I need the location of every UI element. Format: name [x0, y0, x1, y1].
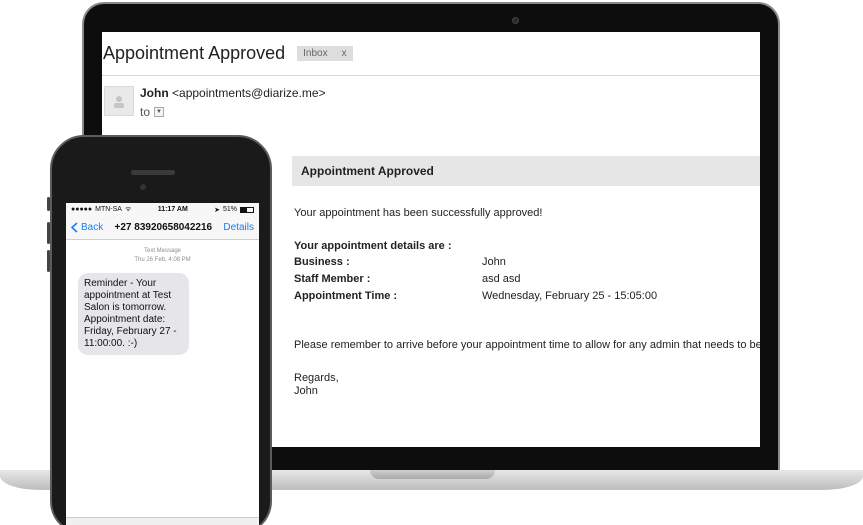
back-button[interactable]: Back: [71, 222, 103, 233]
detail-value-staff: asd asd: [482, 273, 521, 285]
phone-screen: ●●●●● MTN-SA ᯤ 11:17 AM ➤ 51% Back +27 8…: [66, 203, 259, 525]
contact-title: +27 83920658042216: [114, 222, 213, 233]
status-left: ●●●●● MTN-SA ᯤ: [71, 205, 131, 214]
laptop-notch: [370, 470, 495, 479]
signature-text: John: [294, 385, 318, 397]
to-label: to: [140, 105, 151, 119]
inbox-label-text: Inbox: [303, 48, 328, 59]
sender-line: John <appointments@diarize.me>: [140, 86, 326, 100]
detail-label-time: Appointment Time :: [294, 290, 398, 302]
wifi-icon: ᯤ: [124, 206, 132, 213]
message-meta: Text Message Thu 26 Feb, 4:08 PM: [66, 247, 259, 265]
location-icon: ➤: [214, 206, 220, 214]
volume-up-button: [47, 222, 50, 244]
phone-speaker: [131, 170, 175, 175]
status-time: 11:17 AM: [157, 206, 188, 213]
battery-percent: 51%: [222, 206, 237, 213]
battery-icon: [240, 206, 254, 213]
detail-value-business: John: [482, 256, 506, 268]
signoff-text: Regards,: [294, 372, 339, 384]
intro-text: Your appointment has been successfully a…: [294, 207, 543, 219]
detail-label-business: Business :: [294, 256, 350, 268]
recipient-line: to ▼: [140, 105, 165, 119]
details-heading: Your appointment details are :: [294, 240, 452, 252]
detail-label-staff: Staff Member :: [294, 273, 371, 285]
person-icon: [114, 96, 124, 108]
message-date: Thu 26 Feb, 4:08 PM: [134, 257, 191, 263]
messages-nav-bar: Back +27 83920658042216 Details: [66, 216, 259, 240]
volume-down-button: [47, 250, 50, 272]
laptop-camera: [512, 17, 519, 24]
recipient-dropdown-icon[interactable]: ▼: [154, 107, 165, 117]
message-bubble: Reminder - Your appointment at Test Salo…: [78, 273, 189, 355]
details-button[interactable]: Details: [223, 222, 254, 233]
phone-camera: [140, 184, 146, 190]
inbox-label[interactable]: Inbox x: [297, 46, 353, 61]
sender-email: <appointments@diarize.me>: [172, 86, 326, 100]
chevron-left-icon: [71, 222, 78, 233]
status-right: ➤ 51%: [214, 206, 254, 214]
sender-name: John: [140, 86, 169, 100]
status-bar: ●●●●● MTN-SA ᯤ 11:17 AM ➤ 51%: [66, 203, 259, 216]
sender-avatar: [104, 86, 134, 116]
email-subject: Appointment Approved: [103, 43, 286, 63]
detail-value-time: Wednesday, February 25 - 15:05:00: [482, 290, 658, 302]
remove-label-icon[interactable]: x: [342, 48, 347, 59]
approved-banner: Appointment Approved: [292, 156, 760, 186]
mute-switch: [47, 197, 50, 211]
signal-icon: ●●●●●: [71, 206, 93, 213]
back-label: Back: [81, 222, 104, 233]
carrier: MTN-SA: [95, 206, 122, 213]
message-type: Text Message: [143, 248, 182, 254]
reminder-text: Please remember to arrive before your ap…: [294, 339, 760, 351]
email-header: Appointment Approved Inbox x: [102, 32, 760, 76]
message-input-bar[interactable]: [66, 517, 259, 525]
